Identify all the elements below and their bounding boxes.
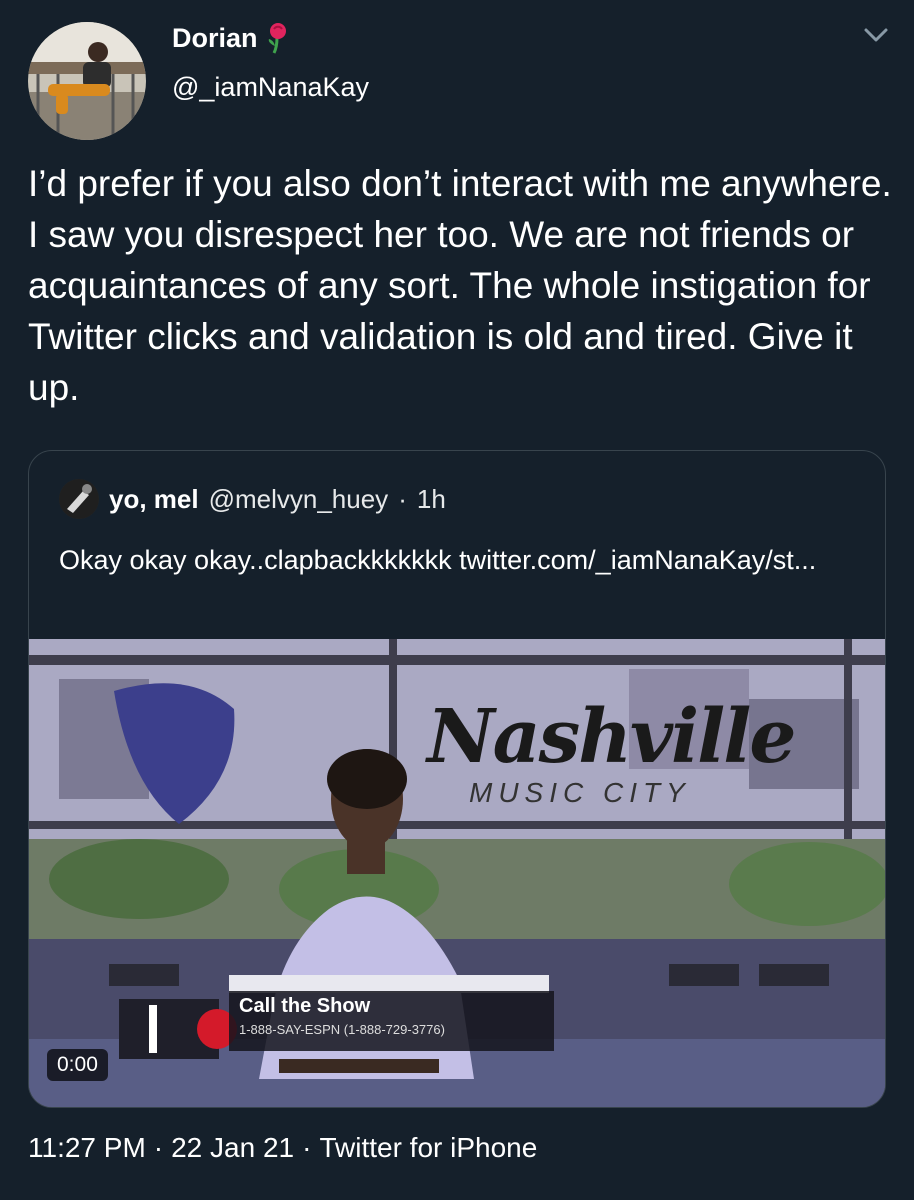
tweet-source[interactable]: Twitter for iPhone (319, 1132, 537, 1164)
video-logo-text: Nashville (427, 694, 796, 780)
separator-dot: · (398, 483, 407, 514)
quoted-tweet-video[interactable]: Nashville MUSIC CITY Call the Show 1-888… (29, 639, 885, 1107)
quoted-tweet-header: yo, mel @melvyn_huey · 1h (59, 479, 446, 519)
tweet-date[interactable]: 22 Jan 21 (171, 1132, 294, 1164)
tweet-text: I’d prefer if you also don’t interact wi… (28, 163, 892, 408)
quoted-author-display-name[interactable]: yo, mel (109, 484, 199, 515)
quoted-tweet-card[interactable]: yo, mel @melvyn_huey · 1h Okay okay okay… (28, 450, 886, 1108)
lower-third-phone: 1-888-SAY-ESPN (1-888-729-3776) (239, 1022, 445, 1037)
video-lower-third: Call the Show 1-888-SAY-ESPN (1-888-729-… (229, 991, 554, 1051)
quoted-tweet-text: Okay okay okay..clapbackkkkkkk twitter.c… (59, 545, 817, 575)
video-duration-badge: 0:00 (47, 1049, 108, 1081)
separator-dot: · (153, 1132, 164, 1163)
chevron-down-icon[interactable] (860, 22, 892, 48)
tweet-time[interactable]: 11:27 PM (28, 1132, 146, 1164)
author-avatar[interactable] (28, 22, 146, 140)
author-name-row[interactable]: Dorian (172, 20, 290, 56)
quoted-tweet-time[interactable]: 1h (417, 484, 446, 515)
quoted-author-avatar[interactable] (59, 479, 99, 519)
quoted-author-handle[interactable]: @melvyn_huey (209, 484, 389, 515)
lower-third-title: Call the Show (239, 995, 371, 1017)
separator-dot: · (302, 1132, 312, 1163)
video-logo-subtext: MUSIC CITY (469, 777, 691, 808)
author-display-name[interactable]: Dorian (172, 23, 258, 54)
author-handle[interactable]: @_iamNanaKay (172, 72, 369, 103)
rose-icon (264, 22, 290, 54)
tweet-meta: 11:27 PM · 22 Jan 21 · Twitter for iPhon… (28, 1132, 537, 1164)
